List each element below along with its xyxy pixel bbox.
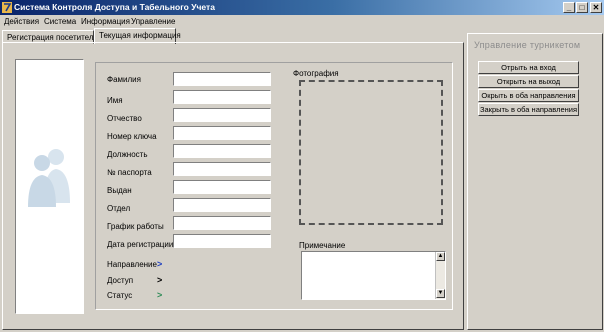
label-access: Доступ <box>107 276 134 285</box>
label-last-name: Фамилия <box>107 75 141 84</box>
first-name-field[interactable] <box>173 90 271 104</box>
label-issued-by: Выдан <box>107 186 132 195</box>
label-registration-date: Дата регистрации <box>107 240 174 249</box>
close-button[interactable]: ✕ <box>590 2 602 13</box>
open-entry-button[interactable]: Отрыть на вход <box>478 61 579 74</box>
menu-system[interactable]: Система <box>44 17 76 26</box>
note-textarea[interactable]: ▲ ▼ <box>301 251 446 300</box>
registration-date-field[interactable] <box>173 234 271 248</box>
status-arrow-icon: > <box>157 290 163 300</box>
work-schedule-field[interactable] <box>173 216 271 230</box>
label-direction: Направление <box>107 260 157 269</box>
issued-by-field[interactable] <box>173 180 271 194</box>
label-status: Статус <box>107 291 133 300</box>
label-key-number: Номер ключа <box>107 132 157 141</box>
title-bar: Система Контроля Доступа и Табельного Уч… <box>0 0 604 15</box>
app-logo-icon <box>2 2 12 13</box>
label-patronymic: Отчество <box>107 114 142 123</box>
photo-label: Фотография <box>293 69 339 78</box>
open-both-button[interactable]: Окрыть в оба направления <box>478 89 579 102</box>
passport-number-field[interactable] <box>173 162 271 176</box>
photo-frame <box>299 80 443 225</box>
menu-control[interactable]: Управление <box>131 17 175 26</box>
user-photo-panel <box>15 59 84 314</box>
label-position: Должность <box>107 150 148 159</box>
user-silhouette-icon <box>28 149 70 207</box>
last-name-field[interactable] <box>173 72 271 86</box>
note-label: Примечание <box>299 241 346 250</box>
label-department: Отдел <box>107 204 131 213</box>
label-passport-number: № паспорта <box>107 168 152 177</box>
open-exit-button[interactable]: Открыть на выход <box>478 75 579 88</box>
direction-arrow-icon: > <box>157 259 163 269</box>
menu-actions[interactable]: Действия <box>4 17 39 26</box>
window-title: Система Контроля Доступа и Табельного Уч… <box>14 2 215 12</box>
department-field[interactable] <box>173 198 271 212</box>
minimize-button[interactable]: _ <box>563 2 575 13</box>
patronymic-field[interactable] <box>173 108 271 122</box>
label-work-schedule: График работы <box>107 222 164 231</box>
access-arrow-icon: > <box>157 275 163 285</box>
close-both-button[interactable]: Закрыть в оба направления <box>478 103 579 116</box>
maximize-button[interactable]: □ <box>576 2 588 13</box>
scroll-up-icon[interactable]: ▲ <box>436 252 445 261</box>
key-number-field[interactable] <box>173 126 271 140</box>
menu-bar: Действия Система Информация Управление <box>0 15 604 28</box>
label-first-name: Имя <box>107 96 123 105</box>
turnstile-title: Управление турникетом <box>474 40 581 50</box>
scroll-down-icon[interactable]: ▼ <box>436 289 445 298</box>
note-scrollbar[interactable]: ▲ ▼ <box>435 252 445 299</box>
position-field[interactable] <box>173 144 271 158</box>
menu-info[interactable]: Информация <box>81 17 130 26</box>
